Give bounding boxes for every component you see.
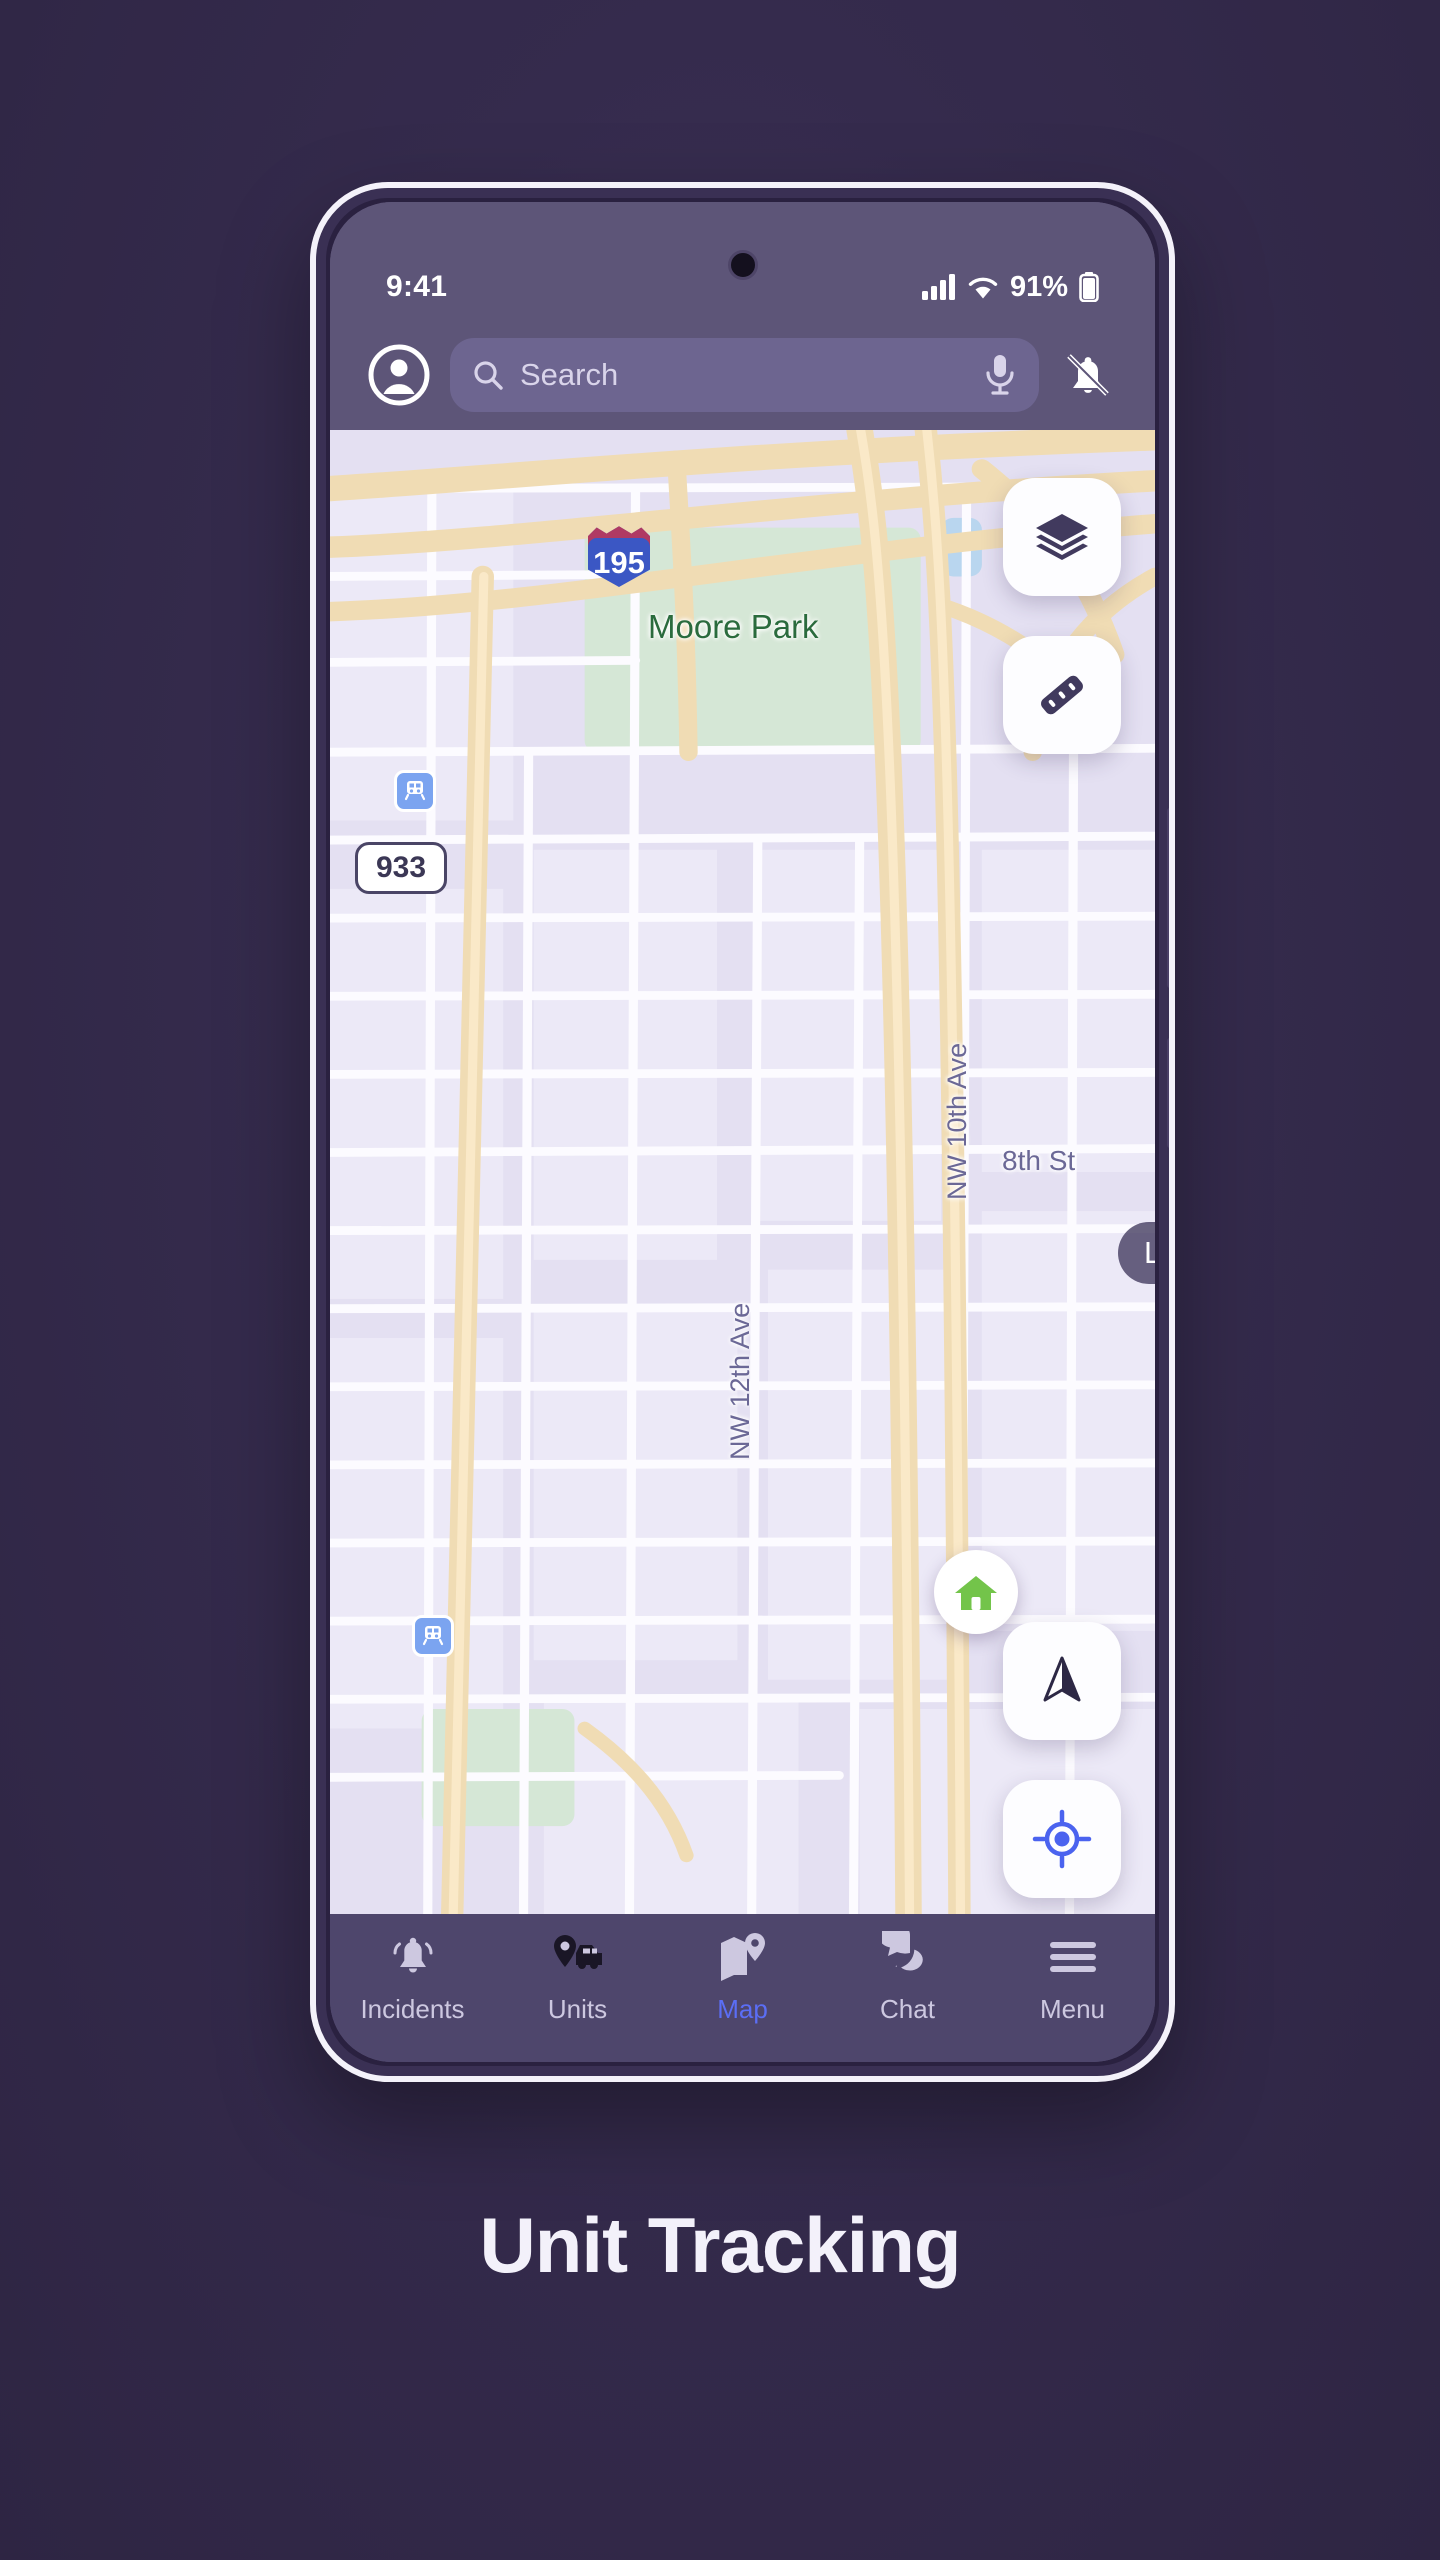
wifi-icon	[968, 277, 998, 299]
state-route-933-shield: 933	[355, 842, 448, 894]
volume-button[interactable]	[1167, 808, 1169, 988]
nav-label-incidents: Incidents	[360, 1994, 465, 2024]
account-circle-icon[interactable]	[368, 344, 430, 406]
battery-percent-label: 91%	[1009, 270, 1068, 303]
nav-label-map: Map	[717, 1994, 768, 2024]
navigation-arrow-icon	[1043, 1656, 1081, 1702]
phone-screen: 9:41 91% Search Moore Park NW 10th Ave N…	[330, 202, 1155, 2062]
battery-icon	[1079, 272, 1099, 302]
nav-item-chat[interactable]: Chat	[833, 1930, 983, 2025]
status-bar: 9:41 91%	[330, 202, 1155, 320]
train-station-icon	[394, 770, 436, 812]
bell-icon	[389, 1930, 437, 1984]
bell-off-icon[interactable]	[1059, 346, 1117, 404]
train-station-icon	[412, 1615, 454, 1657]
ruler-icon	[1041, 675, 1083, 715]
nav-item-incidents[interactable]: Incidents	[338, 1930, 488, 2025]
phone-device-frame: 9:41 91% Search Moore Park NW 10th Ave N…	[310, 182, 1175, 2082]
search-placeholder-text: Search	[520, 357, 619, 392]
nav-label-chat: Chat	[880, 1994, 935, 2024]
nav-item-menu[interactable]: Menu	[998, 1930, 1148, 2025]
nav-item-units[interactable]: Units	[503, 1930, 653, 2025]
front-camera-punch-hole	[727, 250, 758, 280]
power-button[interactable]	[1167, 1038, 1169, 1148]
status-time: 9:41	[386, 270, 448, 303]
search-input[interactable]: Search	[450, 338, 1039, 412]
map-pin-icon	[717, 1930, 769, 1984]
station-marker[interactable]	[934, 1550, 1018, 1634]
layers-button[interactable]	[1003, 478, 1121, 596]
bottom-navigation-bar: Incidents Units Map Chat Menu	[330, 1914, 1155, 2062]
status-indicators: 91%	[921, 270, 1099, 304]
unit-vehicle-pin-icon	[550, 1930, 606, 1984]
nav-label-menu: Menu	[1039, 1994, 1106, 2024]
my-location-icon	[1032, 1809, 1092, 1869]
measure-button[interactable]	[1003, 636, 1121, 754]
home-icon	[955, 1576, 997, 1610]
hamburger-menu-icon	[1048, 1930, 1098, 1984]
nav-label-units: Units	[547, 1994, 608, 2024]
nav-item-map[interactable]: Map	[668, 1930, 818, 2025]
map-canvas[interactable]: Moore Park NW 10th Ave NW 12th Ave 8th S…	[330, 430, 1155, 1914]
microphone-icon[interactable]	[983, 353, 1017, 397]
chat-bubbles-icon	[881, 1930, 934, 1984]
app-header-bar: Search	[330, 320, 1155, 430]
compass-button[interactable]	[1003, 1622, 1121, 1740]
cellular-signal-icon	[921, 274, 955, 300]
layers-icon	[1036, 514, 1088, 560]
search-icon	[474, 361, 503, 390]
locate-button[interactable]	[1003, 1780, 1121, 1898]
page-title: Unit Tracking	[479, 2201, 961, 2289]
